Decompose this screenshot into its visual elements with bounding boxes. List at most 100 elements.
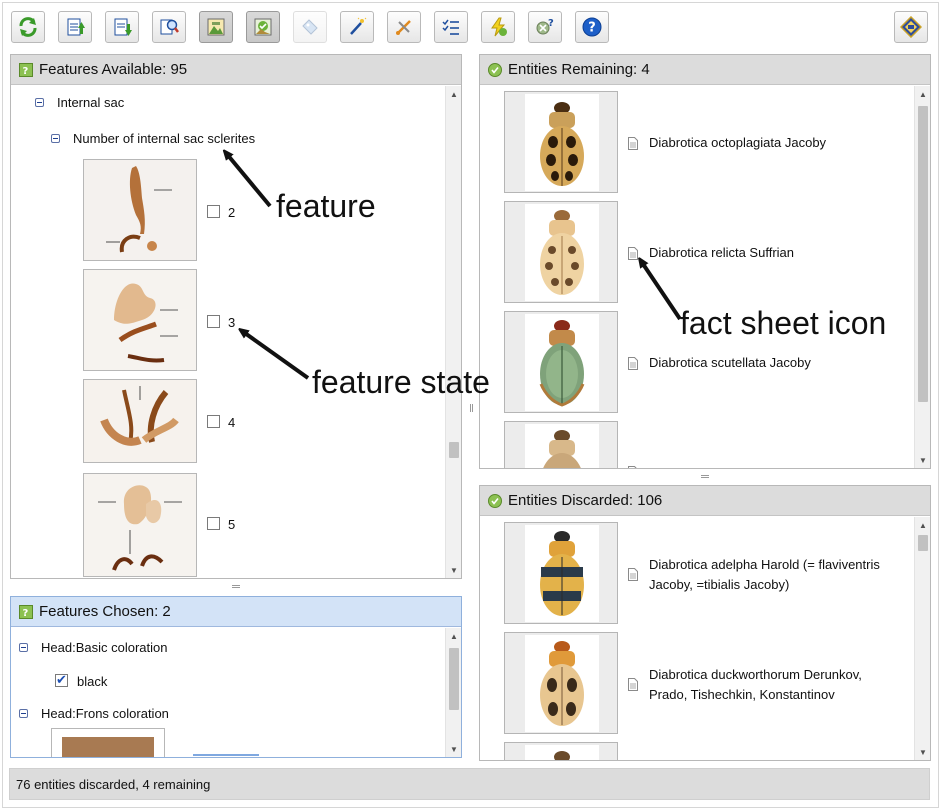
sort-features-button[interactable]	[105, 11, 139, 43]
fact-sheet-icon[interactable]	[628, 247, 638, 260]
unknown-state-button[interactable]: ?	[528, 11, 562, 43]
features-chosen-tree: Head:Basic coloration black Head:Frons c…	[11, 628, 461, 757]
tree-group-internal-sac[interactable]: Internal sac	[35, 95, 124, 110]
tag-icon	[302, 19, 318, 35]
collapse-icon[interactable]	[19, 709, 28, 718]
state-checkbox[interactable]	[207, 205, 220, 218]
chosen-feature-label: Head:Basic coloration	[41, 640, 168, 655]
features-available-tree: Internal sac Number of internal sac scle…	[11, 86, 461, 578]
upload-features-icon	[67, 18, 85, 36]
entity-image[interactable]	[504, 311, 618, 413]
restart-button[interactable]	[11, 11, 45, 43]
best-feature-button[interactable]	[340, 11, 374, 43]
entity-name[interactable]: Diabrotica octoplagiata Jacoby	[649, 133, 826, 153]
fact-sheet-icon[interactable]	[628, 137, 638, 150]
help-button[interactable]: ?	[575, 11, 609, 43]
entity-name[interactable]: Diabrotica adelpha Harold (= flaviventri…	[649, 555, 880, 575]
differences-button[interactable]	[481, 11, 515, 43]
feature-state-image[interactable]	[83, 379, 197, 463]
entity-image[interactable]	[504, 742, 618, 760]
entity-image[interactable]	[504, 201, 618, 303]
features-chosen-header: ? Features Chosen: 2	[11, 597, 461, 627]
find-icon	[160, 19, 179, 35]
checklist-button[interactable]	[434, 11, 468, 43]
entity-image[interactable]	[504, 421, 618, 468]
entities-remaining-scrollbar[interactable]: ▲ ▼	[914, 86, 930, 468]
tree-feature-number-of-sclerites[interactable]: Number of internal sac sclerites	[51, 131, 255, 146]
collapse-icon[interactable]	[19, 643, 28, 652]
lucid-logo-button[interactable]	[894, 11, 928, 43]
scroll-up-arrow-icon[interactable]: ▲	[915, 517, 930, 533]
show-entity-images-icon	[254, 18, 272, 36]
svg-text:?: ?	[23, 608, 29, 619]
feature-label: Number of internal sac sclerites	[73, 131, 256, 146]
features-available-header: ? Features Available: 95	[11, 55, 461, 85]
prune-button[interactable]	[387, 11, 421, 43]
chosen-feature-frons-coloration[interactable]: Head:Frons coloration	[19, 706, 169, 721]
entity-name[interactable]: Diabrotica scutellata Jacoby	[649, 353, 811, 373]
state-checkbox[interactable]	[207, 315, 220, 328]
tag-button[interactable]	[293, 11, 327, 43]
unknown-feature-icon: ?	[19, 604, 33, 619]
frons-coloration-image[interactable]	[51, 728, 165, 757]
scrollbar-thumb[interactable]	[449, 648, 459, 710]
lightning-icon	[491, 17, 507, 37]
fact-sheet-icon[interactable]	[628, 466, 638, 468]
annotation-feature: feature	[276, 188, 376, 224]
feature-state-image[interactable]	[83, 473, 197, 577]
entity-name-continued[interactable]: Jacoby, =tibialis Jacoby)	[649, 575, 789, 595]
fact-sheet-icon[interactable]	[628, 357, 638, 370]
svg-text:?: ?	[588, 21, 596, 36]
feature-state-image[interactable]	[83, 159, 197, 261]
vertical-splitter[interactable]	[468, 51, 474, 765]
show-entity-images-button[interactable]	[246, 11, 280, 43]
annotation-feature-state: feature state	[312, 364, 490, 400]
state-label: 5	[228, 517, 236, 532]
fact-sheet-icon[interactable]	[628, 568, 638, 581]
svg-text:?: ?	[23, 66, 29, 77]
show-feature-images-button[interactable]	[199, 11, 233, 43]
features-available-title: Features Available: 95	[39, 61, 188, 78]
feature-state-image[interactable]	[83, 269, 197, 371]
features-chosen-scrollbar[interactable]: ▲ ▼	[445, 628, 461, 757]
features-available-scrollbar[interactable]: ▲ ▼	[445, 86, 461, 578]
scroll-down-arrow-icon[interactable]: ▼	[915, 452, 930, 468]
state-checkbox[interactable]	[207, 415, 220, 428]
chosen-feature-basic-coloration[interactable]: Head:Basic coloration	[19, 640, 167, 655]
entity-name[interactable]: Diabrotica relicta Suffrian	[649, 243, 794, 263]
annotation-fact-sheet-icon: fact sheet icon	[680, 305, 887, 341]
lucid-logo-icon	[900, 16, 922, 38]
scrollbar-thumb[interactable]	[918, 535, 928, 551]
open-key-button[interactable]	[58, 11, 92, 43]
collapse-icon[interactable]	[51, 134, 60, 143]
check-circle-icon	[488, 493, 502, 508]
tools-icon	[396, 20, 411, 35]
find-button[interactable]	[152, 11, 186, 43]
scroll-up-arrow-icon[interactable]: ▲	[915, 86, 930, 102]
chosen-state-checkbox[interactable]	[55, 672, 68, 688]
entities-discarded-header: Entities Discarded: 106	[480, 486, 930, 516]
collapse-icon[interactable]	[35, 98, 44, 107]
entity-name-continued[interactable]: Prado, Tishechkin, Konstantinov	[649, 685, 835, 705]
entity-image[interactable]	[504, 91, 618, 193]
restart-icon	[19, 17, 37, 37]
fact-sheet-icon[interactable]	[628, 678, 638, 691]
scrollbar-thumb[interactable]	[918, 106, 928, 402]
entities-discarded-list: Diabrotica adelpha Harold (= flaviventri…	[480, 517, 930, 760]
selection-highlight	[193, 754, 259, 756]
scroll-up-arrow-icon[interactable]: ▲	[446, 628, 461, 644]
scroll-down-arrow-icon[interactable]: ▼	[915, 744, 930, 760]
state-checkbox[interactable]	[207, 517, 220, 530]
entity-image[interactable]	[504, 632, 618, 734]
scroll-down-arrow-icon[interactable]: ▼	[446, 562, 461, 578]
horizontal-splitter[interactable]	[479, 473, 931, 479]
scroll-up-arrow-icon[interactable]: ▲	[446, 86, 461, 102]
checklist-icon	[442, 19, 459, 35]
entities-discarded-scrollbar[interactable]: ▲ ▼	[914, 517, 930, 760]
entity-name[interactable]: Diabrotica duckworthorum Derunkov,	[649, 665, 862, 685]
entity-image[interactable]	[504, 522, 618, 624]
horizontal-splitter[interactable]	[10, 583, 462, 589]
unknown-state-icon: ?	[536, 18, 554, 35]
scroll-down-arrow-icon[interactable]: ▼	[446, 741, 461, 757]
scrollbar-thumb[interactable]	[449, 442, 459, 458]
